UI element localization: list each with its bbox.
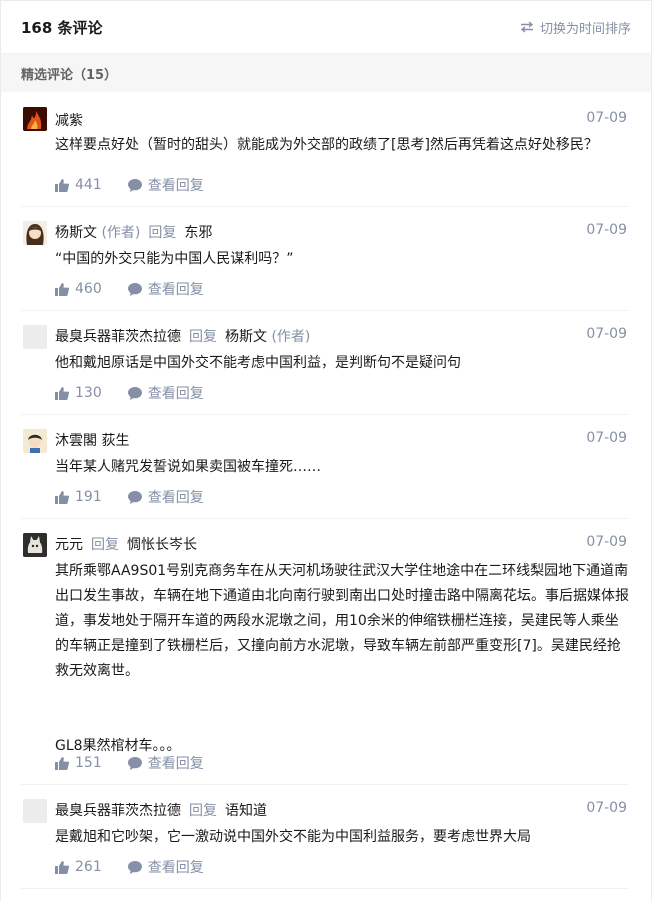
like-button[interactable]: 460 bbox=[55, 281, 102, 297]
reply-label: 回复 bbox=[91, 537, 119, 553]
reply-to-name[interactable]: 东邪 bbox=[184, 225, 212, 241]
thumbs-up-icon bbox=[55, 178, 69, 192]
comment-text: 是戴旭和它吵架，它一激动说中国外交不能为中国利益服务，要考虑世界大局 bbox=[55, 829, 531, 845]
comment-date: 07-09 bbox=[586, 430, 627, 446]
comment-date: 07-09 bbox=[586, 222, 627, 238]
thumbs-up-icon bbox=[55, 490, 69, 504]
view-replies-button[interactable]: 查看回复 bbox=[127, 175, 204, 195]
reply-label: 回复 bbox=[148, 225, 177, 241]
comment-date: 07-09 bbox=[586, 110, 627, 126]
comment-count: 168 条评论 bbox=[21, 18, 103, 37]
speech-bubble-icon bbox=[127, 860, 142, 874]
comment-item: 沐雲閣 荻生 07-09 当年某人赌咒发誓说如果卖国被车撞死…… 191 查看回… bbox=[21, 415, 629, 519]
like-count: 151 bbox=[75, 755, 102, 771]
comment-meta: 杨斯文 (作者) 回复 东邪 bbox=[55, 222, 212, 242]
like-button[interactable]: 441 bbox=[55, 177, 102, 193]
comment-actions: 261 查看回复 bbox=[55, 857, 204, 877]
comment-actions: 130 查看回复 bbox=[55, 383, 204, 403]
view-replies-label: 查看回复 bbox=[147, 490, 204, 506]
view-replies-button[interactable]: 查看回复 bbox=[127, 279, 204, 299]
like-button[interactable]: 130 bbox=[55, 385, 102, 401]
comment-list: 减紫 07-09 这样要点好处（暂时的甜头）就能成为外交部的政绩了[思考]然后再… bbox=[1, 92, 651, 889]
speech-bubble-icon bbox=[127, 282, 142, 296]
comment-item: 最臭兵器菲茨杰拉德 回复 语知道 07-09 是戴旭和它吵架，它一激动说中国外交不能… bbox=[21, 785, 629, 889]
comment-actions: 460 查看回复 bbox=[55, 279, 204, 299]
comment-item: 杨斯文 (作者) 回复 东邪 07-09 “中国的外交只能为中国人民谋利吗？” 46… bbox=[21, 207, 629, 311]
author-name[interactable]: 沐雲閣 荻生 bbox=[55, 433, 129, 449]
view-replies-button[interactable]: 查看回复 bbox=[127, 487, 204, 507]
thumbs-up-icon bbox=[55, 756, 69, 770]
speech-bubble-icon bbox=[127, 386, 142, 400]
view-replies-label: 查看回复 bbox=[147, 386, 204, 402]
view-replies-label: 查看回复 bbox=[147, 282, 204, 298]
featured-comments-heading: 精选评论（15） bbox=[1, 54, 651, 92]
cartoon-girl-avatar-icon[interactable] bbox=[23, 221, 47, 245]
speech-bubble-icon bbox=[127, 490, 142, 504]
sort-toggle-button[interactable]: 切换为时间排序 bbox=[520, 18, 631, 37]
like-count: 130 bbox=[75, 385, 102, 401]
comment-meta: 最臭兵器菲茨杰拉德 回复 杨斯文 (作者) bbox=[55, 326, 310, 346]
author-name[interactable]: 最臭兵器菲茨杰拉德 bbox=[55, 329, 181, 345]
view-replies-label: 查看回复 bbox=[147, 860, 204, 876]
comment-text: 其所乘鄂AA9S01号别克商务车在从天河机场驶往武汉大学住地途中在二环线梨园地下… bbox=[55, 563, 629, 754]
author-name[interactable]: 减紫 bbox=[55, 113, 83, 129]
author-name[interactable]: 最臭兵器菲茨杰拉德 bbox=[55, 803, 181, 819]
fire-avatar-icon[interactable] bbox=[23, 107, 47, 131]
blank-avatar-icon[interactable] bbox=[23, 325, 47, 349]
comment-item: 最臭兵器菲茨杰拉德 回复 杨斯文 (作者) 07-09 他和戴旭原话是中国外交不能考… bbox=[21, 311, 629, 415]
view-replies-button[interactable]: 查看回复 bbox=[127, 383, 204, 403]
author-name[interactable]: 元元 bbox=[55, 537, 83, 553]
reply-to-name[interactable]: 语知道 bbox=[225, 803, 267, 819]
comment-text: “中国的外交只能为中国人民谋利吗？” bbox=[55, 251, 294, 267]
like-button[interactable]: 191 bbox=[55, 489, 102, 505]
like-count: 261 bbox=[75, 859, 102, 875]
speech-bubble-icon bbox=[127, 178, 142, 192]
cat-photo-avatar-icon[interactable] bbox=[23, 533, 47, 557]
comment-panel: 168 条评论 切换为时间排序 精选评论（15） 减紫 07-09 这样要点好处… bbox=[0, 0, 652, 901]
like-count: 191 bbox=[75, 489, 102, 505]
like-button[interactable]: 261 bbox=[55, 859, 102, 875]
comment-meta: 最臭兵器菲茨杰拉德 回复 语知道 bbox=[55, 800, 267, 820]
thumbs-up-icon bbox=[55, 282, 69, 296]
comment-meta: 元元 回复 惆怅长岑长 bbox=[55, 534, 197, 554]
view-replies-label: 查看回复 bbox=[147, 178, 204, 194]
thumbs-up-icon bbox=[55, 860, 69, 874]
reply-to-name[interactable]: 杨斯文 bbox=[225, 329, 267, 345]
speech-bubble-icon bbox=[127, 756, 142, 770]
view-replies-button[interactable]: 查看回复 bbox=[127, 753, 204, 773]
comment-text: 他和戴旭原话是中国外交不能考虑中国利益，是判断句不是疑问句 bbox=[55, 355, 461, 371]
comment-actions: 151 查看回复 bbox=[55, 753, 204, 773]
comment-actions: 441 查看回复 bbox=[55, 175, 204, 195]
reply-to-name[interactable]: 惆怅长岑长 bbox=[127, 537, 197, 553]
author-name[interactable]: 杨斯文 bbox=[55, 225, 97, 241]
comment-text: 当年某人赌咒发誓说如果卖国被车撞死…… bbox=[55, 459, 321, 475]
comments-header: 168 条评论 切换为时间排序 bbox=[1, 1, 651, 54]
comment-meta: 减紫 bbox=[55, 110, 83, 130]
like-count: 441 bbox=[75, 177, 102, 193]
comment-item: 减紫 07-09 这样要点好处（暂时的甜头）就能成为外交部的政绩了[思考]然后再… bbox=[21, 92, 629, 207]
comment-date: 07-09 bbox=[586, 326, 627, 342]
like-count: 460 bbox=[75, 281, 102, 297]
comment-meta: 沐雲閣 荻生 bbox=[55, 430, 129, 450]
comment-actions: 191 查看回复 bbox=[55, 487, 204, 507]
view-replies-button[interactable]: 查看回复 bbox=[127, 857, 204, 877]
swap-icon bbox=[520, 21, 534, 33]
reply-to-tag: (作者) bbox=[271, 329, 311, 345]
view-replies-label: 查看回复 bbox=[147, 756, 204, 772]
author-tag: (作者) bbox=[101, 225, 141, 241]
reply-label: 回复 bbox=[189, 329, 217, 345]
reply-label: 回复 bbox=[189, 803, 217, 819]
like-button[interactable]: 151 bbox=[55, 755, 102, 771]
sort-toggle-label: 切换为时间排序 bbox=[539, 21, 631, 37]
blank-avatar-icon[interactable] bbox=[23, 799, 47, 823]
comment-date: 07-09 bbox=[586, 800, 627, 816]
cartoon-boy-avatar-icon[interactable] bbox=[23, 429, 47, 453]
comment-date: 07-09 bbox=[586, 534, 627, 550]
comment-item: 元元 回复 惆怅长岑长 07-09 其所乘鄂AA9S01号别克商务车在从天河机场驶往… bbox=[21, 519, 629, 785]
comment-text: 这样要点好处（暂时的甜头）就能成为外交部的政绩了[思考]然后再凭着这点好处移民？ bbox=[55, 137, 598, 153]
thumbs-up-icon bbox=[55, 386, 69, 400]
